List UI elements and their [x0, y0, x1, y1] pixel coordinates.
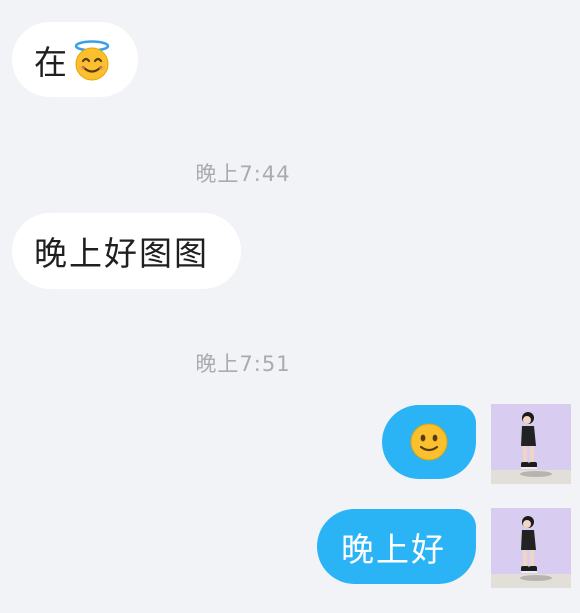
- incoming-message-bubble[interactable]: 晚上好图图: [12, 213, 241, 289]
- message-text: 晚上好图图: [34, 234, 209, 273]
- incoming-message-bubble[interactable]: 在: [12, 22, 138, 97]
- outgoing-message-bubble[interactable]: 晚上好: [317, 509, 476, 584]
- message-text: 在: [34, 42, 69, 82]
- outgoing-message-bubble[interactable]: [382, 405, 476, 479]
- user-avatar[interactable]: [491, 508, 571, 588]
- smiling-face-with-halo-icon: [71, 39, 113, 81]
- message-text: 晚上好: [341, 529, 446, 569]
- message-timestamp: 晚上7:51: [195, 352, 291, 376]
- chat-screen: 在 晚上7:44 晚上好图图 晚上7:51 晚上好: [0, 0, 580, 613]
- message-timestamp: 晚上7:44: [195, 162, 291, 186]
- slightly-smiling-face-icon: [409, 422, 449, 462]
- user-avatar[interactable]: [491, 404, 571, 484]
